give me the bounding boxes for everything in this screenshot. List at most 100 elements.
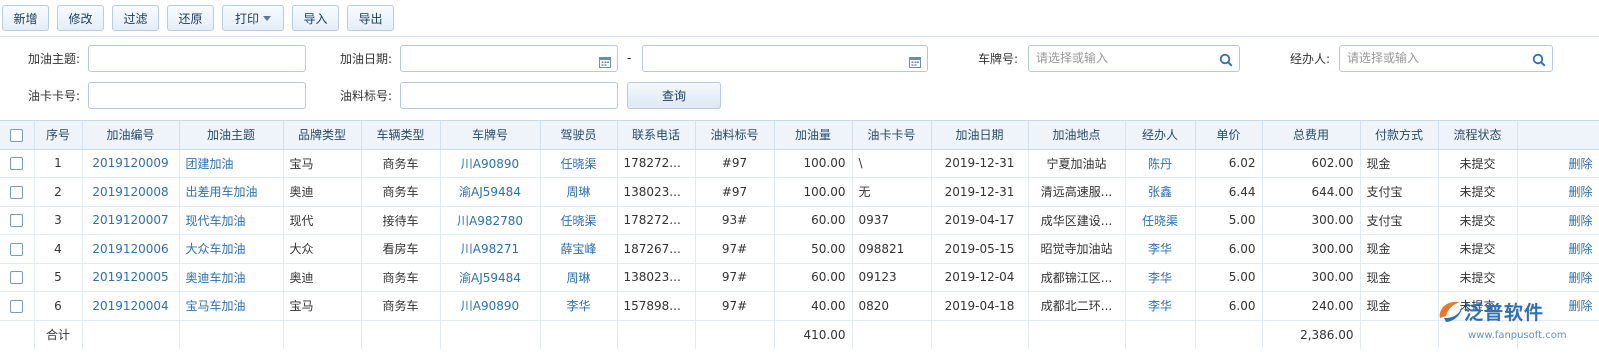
driver-link[interactable]: 李华 [540,291,618,321]
export-button[interactable]: 导出 [347,5,394,31]
col-header[interactable]: 加油地点 [1028,121,1126,150]
row-select-cell[interactable] [0,263,35,292]
date-start-input[interactable] [400,45,618,72]
col-header[interactable]: 油卡卡号 [852,121,932,150]
import-button[interactable]: 导入 [292,5,339,31]
fuel-code-link[interactable]: 2019120007 [82,206,180,235]
fuel-input[interactable] [400,82,618,109]
subject-link[interactable]: 现代车加油 [179,206,284,235]
unit-price-cell: 6.02 [1195,149,1263,178]
col-header[interactable]: 单价 [1195,121,1263,150]
plate-link[interactable]: 川A98271 [440,234,541,264]
plate-link[interactable]: 渝AJ59484 [440,177,541,207]
edit-button[interactable]: 修改 [57,5,104,31]
fuel-code-link[interactable]: 2019120005 [82,263,180,292]
subject-link[interactable]: 大众车加油 [179,234,284,264]
row-checkbox[interactable] [10,157,24,171]
row-checkbox[interactable] [10,214,24,228]
driver-link[interactable]: 薛宝峰 [540,234,618,264]
col-header[interactable]: 加油日期 [931,121,1029,150]
subject-link[interactable]: 奥迪车加油 [179,263,284,292]
col-header[interactable]: 品牌类型 [283,121,362,150]
col-header[interactable]: 车辆类型 [361,121,441,150]
col-header[interactable]: 经办人 [1125,121,1196,150]
subject-input[interactable] [88,45,306,72]
plate-link[interactable]: 川A982780 [440,206,541,235]
select-all-cell[interactable] [0,121,35,150]
col-header[interactable]: 油料标号 [695,121,775,150]
col-header[interactable]: 序号 [34,121,83,150]
subject-link[interactable]: 团建加油 [179,149,284,178]
row-select-cell[interactable] [0,291,35,321]
filter-panel: 加油主题: 加油日期: - 车牌号: 请选择或输入 经办人: 请选择或输入 油卡… [0,38,1599,120]
fuel-amount-cell: 60.00 [774,206,853,235]
date-end-input[interactable] [642,45,928,72]
select-all-checkbox[interactable] [10,128,24,142]
table-row[interactable]: 6 2019120004 宝马车加油 宝马 商务车 川A90890 李华 157898... 9… [0,291,1599,321]
handler-link[interactable]: 李华 [1125,263,1196,292]
unit-price-cell: 5.00 [1195,206,1263,235]
row-select-cell[interactable] [0,206,35,235]
status-cell: 未提交 [1438,263,1518,292]
fuel-code-link[interactable]: 2019120009 [82,149,180,178]
reset-button[interactable]: 还原 [167,5,214,31]
handler-link[interactable]: 李华 [1125,234,1196,264]
row-checkbox[interactable] [10,242,24,256]
table-row[interactable]: 5 2019120005 奥迪车加油 奥迪 商务车 渝AJ59484 周琳 138023...… [0,263,1599,292]
delete-link[interactable]: 删除 [1517,177,1599,207]
driver-link[interactable]: 周琳 [540,177,618,207]
table-row[interactable]: 4 2019120006 大众车加油 大众 看房车 川A98271 薛宝峰 187267...… [0,234,1599,264]
print-button[interactable]: 打印 [222,5,284,31]
fuel-code-link[interactable]: 2019120004 [82,291,180,321]
driver-link[interactable]: 任晓渠 [540,206,618,235]
delete-link[interactable]: 删除 [1517,149,1599,178]
col-header[interactable]: 加油编号 [82,121,180,150]
row-select-cell[interactable] [0,149,35,178]
fuel-code-link[interactable]: 2019120008 [82,177,180,207]
handler-link[interactable]: 陈丹 [1125,149,1196,178]
plate-link[interactable]: 川A90890 [440,149,541,178]
table-row[interactable]: 3 2019120007 现代车加油 现代 接待车 川A982780 任晓渠 178272..… [0,206,1599,235]
row-select-cell[interactable] [0,234,35,264]
handler-input[interactable]: 请选择或输入 [1339,45,1553,72]
table-row[interactable]: 2 2019120008 出差用车加油 奥迪 商务车 渝AJ59484 周琳 138023..… [0,177,1599,207]
calendar-icon[interactable] [909,52,921,77]
delete-link[interactable]: 删除 [1517,206,1599,235]
plate-link[interactable]: 渝AJ59484 [440,263,541,292]
plate-link[interactable]: 川A90890 [440,291,541,321]
driver-link[interactable]: 周琳 [540,263,618,292]
delete-link[interactable]: 删除 [1517,263,1599,292]
col-header[interactable]: 加油量 [774,121,853,150]
col-header[interactable]: 总费用 [1262,121,1361,150]
subject-link[interactable]: 出差用车加油 [179,177,284,207]
subject-link[interactable]: 宝马车加油 [179,291,284,321]
delete-link[interactable]: 删除 [1517,234,1599,264]
add-button[interactable]: 新增 [2,5,49,31]
row-select-cell[interactable] [0,177,35,207]
date-label: 加油日期: [339,52,392,66]
col-header[interactable]: 加油主题 [179,121,284,150]
fuel-code-link[interactable]: 2019120006 [82,234,180,264]
col-header[interactable]: 流程状态 [1438,121,1518,150]
search-icon[interactable] [1532,51,1546,76]
filter-button[interactable]: 过滤 [112,5,159,31]
query-button[interactable]: 查询 [627,82,721,109]
col-header[interactable]: 联系电话 [617,121,696,150]
plate-input[interactable]: 请选择或输入 [1028,45,1240,72]
driver-link[interactable]: 任晓渠 [540,149,618,178]
handler-link[interactable]: 任晓渠 [1125,206,1196,235]
col-header[interactable]: 车牌号 [440,121,541,150]
row-checkbox[interactable] [10,271,24,285]
total-cost-cell: 300.00 [1262,206,1361,235]
table-row[interactable]: 1 2019120009 团建加油 宝马 商务车 川A90890 任晓渠 178272... #… [0,149,1599,178]
calendar-icon[interactable] [599,52,611,77]
col-header[interactable]: 驾驶员 [540,121,618,150]
card-input[interactable] [88,82,306,109]
row-checkbox[interactable] [10,299,24,313]
col-header[interactable]: 付款方式 [1360,121,1439,150]
search-icon[interactable] [1219,51,1233,76]
row-checkbox[interactable] [10,185,24,199]
fuel-amount-cell: 60.00 [774,263,853,292]
handler-link[interactable]: 李华 [1125,291,1196,321]
handler-link[interactable]: 张鑫 [1125,177,1196,207]
